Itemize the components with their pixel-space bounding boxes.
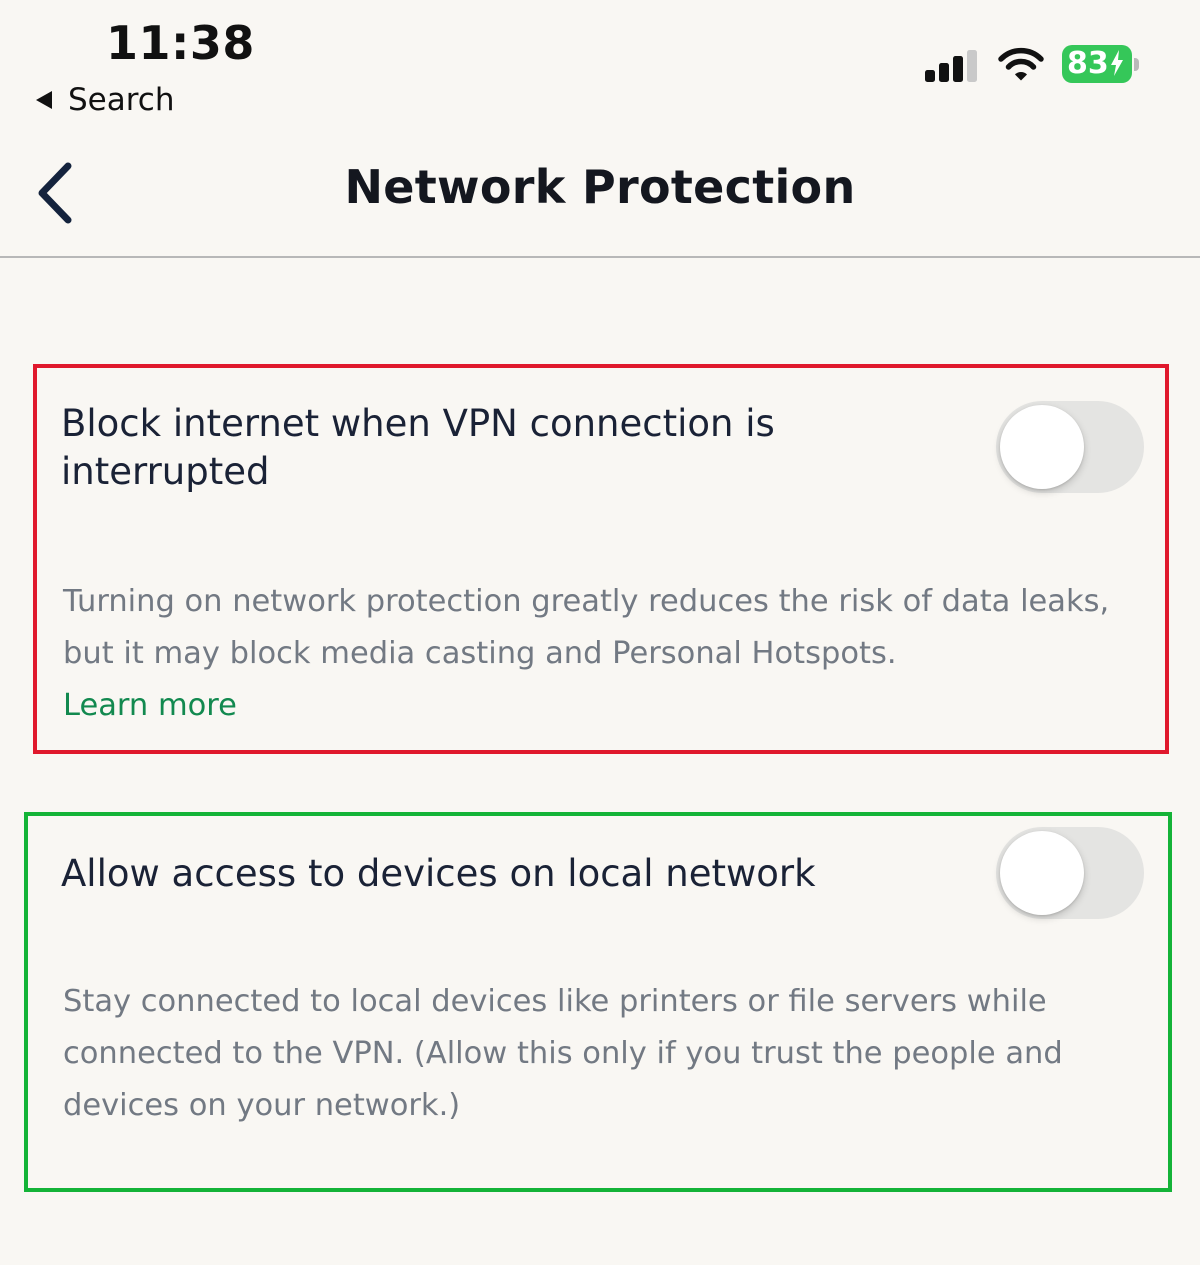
setting-description-text: Turning on network protection greatly re… [63, 584, 1110, 671]
back-to-app-label: Search [68, 82, 175, 118]
learn-more-link[interactable]: Learn more [63, 680, 237, 732]
battery-cap [1134, 58, 1139, 71]
status-bar: 11:38 Search 83 [0, 0, 1200, 130]
back-triangle-icon [36, 91, 52, 109]
setting-description: Turning on network protection greatly re… [63, 576, 1153, 732]
battery-charging-icon: 83 [1062, 45, 1140, 85]
setting-description: Stay connected to local devices like pri… [63, 984, 1063, 1123]
local-network-toggle[interactable] [996, 827, 1144, 919]
navigation-bar: Network Protection [0, 130, 1200, 258]
toggle-knob [1000, 831, 1084, 915]
setting-card-local-network: Allow access to devices on local network… [24, 812, 1172, 1192]
block-internet-toggle[interactable] [996, 401, 1144, 493]
back-to-app-button[interactable]: Search [36, 80, 175, 120]
page-title: Network Protection [344, 160, 856, 214]
toggle-knob [1000, 405, 1084, 489]
cellular-signal-icon [925, 50, 977, 82]
setting-title: Block internet when VPN connection is in… [61, 402, 775, 493]
charging-bolt-icon [1110, 50, 1123, 76]
setting-title: Allow access to devices on local network [61, 852, 816, 895]
wifi-icon [998, 47, 1044, 81]
status-time: 11:38 [106, 16, 255, 70]
battery-level: 83 [1062, 45, 1132, 83]
setting-card-block-internet: Block internet when VPN connection is in… [33, 364, 1169, 754]
